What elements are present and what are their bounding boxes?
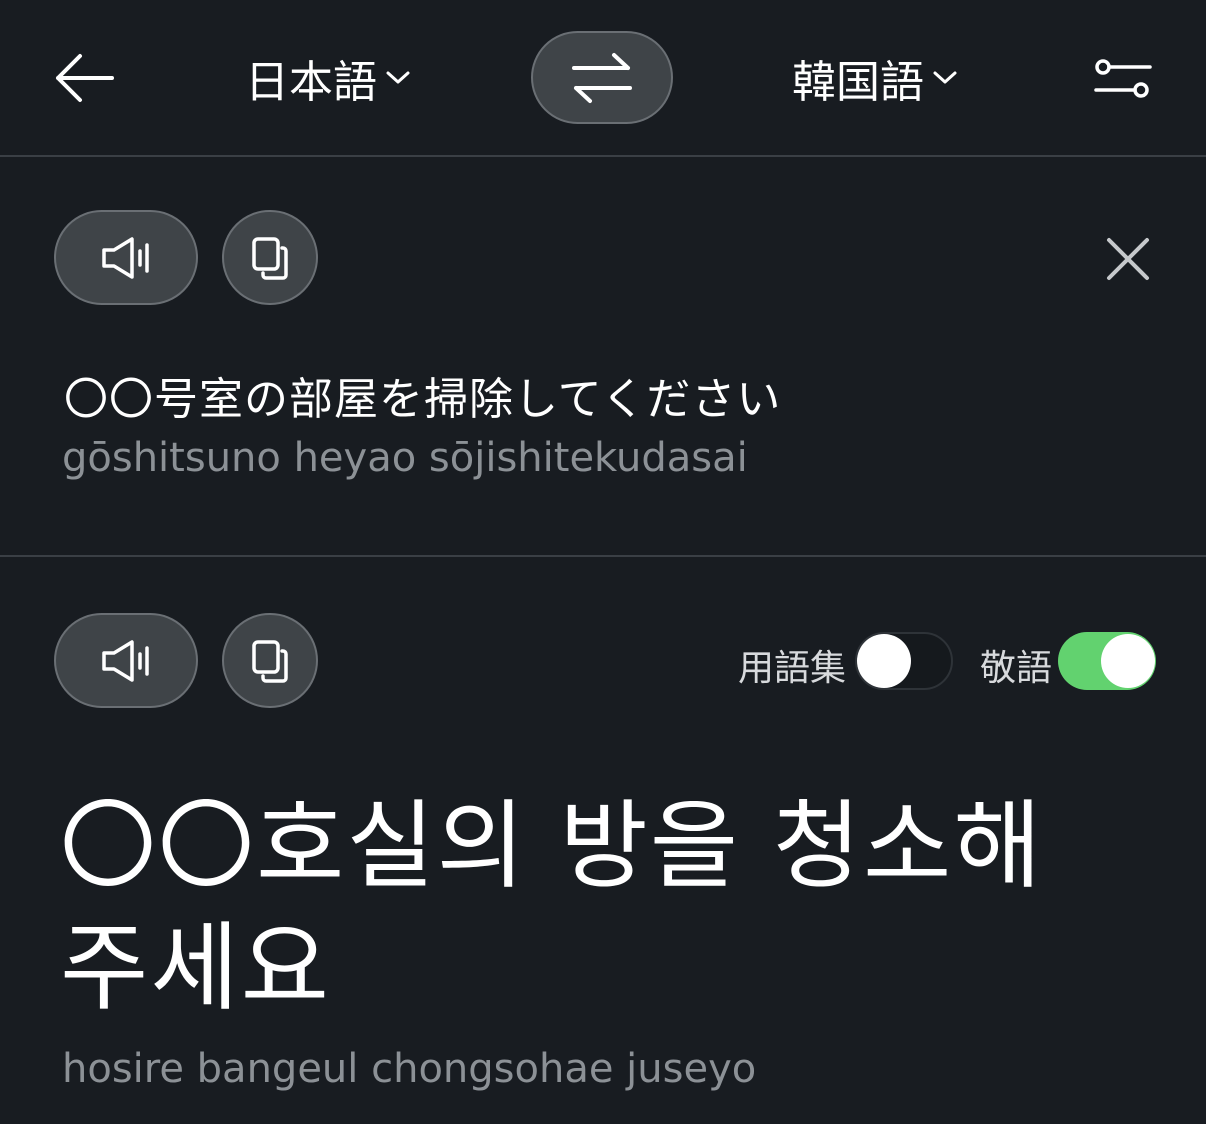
- source-language-selector[interactable]: 日本語: [245, 48, 411, 108]
- honorific-toggle[interactable]: [1058, 632, 1156, 690]
- toggle-knob: [857, 634, 911, 688]
- target-speak-button[interactable]: [54, 613, 198, 708]
- clear-text-button[interactable]: [1104, 235, 1152, 283]
- close-icon: [1107, 238, 1149, 280]
- chevron-down-icon: [933, 71, 957, 84]
- source-romanization: gōshitsuno heyao sōjishitekudasai: [62, 435, 748, 481]
- copy-icon: [252, 236, 288, 280]
- source-speak-button[interactable]: [54, 210, 198, 305]
- target-language-label: 韓国語: [792, 57, 924, 108]
- settings-button[interactable]: [1092, 56, 1154, 102]
- speaker-icon: [102, 236, 149, 279]
- source-copy-button[interactable]: [222, 210, 318, 305]
- chevron-down-icon: [386, 71, 410, 84]
- honorific-label: 敬語: [980, 648, 1053, 689]
- source-language-label: 日本語: [245, 57, 377, 108]
- toggle-knob: [1101, 634, 1155, 688]
- back-button[interactable]: [50, 48, 116, 108]
- source-panel: 〇〇号室の部屋を掃除してください gōshitsuno heyao sōjish…: [0, 157, 1206, 557]
- arrow-left-icon: [56, 54, 114, 102]
- target-romanization: hosire bangeul chongsohae juseyo: [62, 1046, 757, 1092]
- swap-languages-button[interactable]: [531, 31, 673, 124]
- glossary-toggle[interactable]: [855, 632, 953, 690]
- copy-icon: [252, 639, 288, 683]
- translated-text[interactable]: 〇〇호실의 방을 청소해 주세요: [60, 785, 1140, 1029]
- target-language-selector[interactable]: 韓国語: [792, 48, 958, 108]
- top-bar: 日本語 韓国語: [0, 0, 1206, 157]
- target-panel: 用語集 敬語 〇〇호실의 방을 청소해 주세요 hosire bangeul c…: [0, 559, 1206, 1124]
- swap-arrows-icon: [572, 52, 632, 103]
- source-text[interactable]: 〇〇号室の部屋を掃除してください: [64, 363, 781, 427]
- glossary-label: 用語集: [738, 648, 847, 689]
- target-copy-button[interactable]: [222, 613, 318, 708]
- sliders-icon: [1094, 59, 1152, 98]
- speaker-icon: [102, 639, 149, 682]
